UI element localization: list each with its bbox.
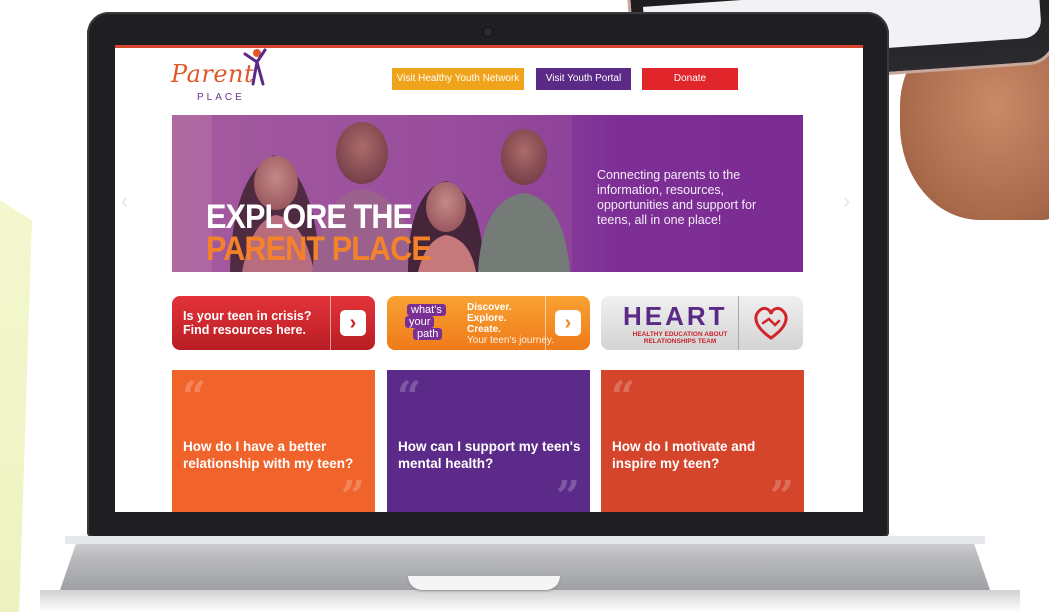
heart-sub-line1: HEALTHY EDUCATION ABOUT xyxy=(632,331,728,338)
card-question: How can I support my teen's mental healt… xyxy=(398,439,581,471)
laptop-base-lip xyxy=(65,536,985,544)
heart-sub-line2: RELATIONSHIPS TEAM xyxy=(643,338,717,345)
chevron-right-icon: › xyxy=(555,310,581,336)
path-line-explore: Explore. xyxy=(467,313,507,324)
whats-your-path-button[interactable]: what's your path Discover. Explore. Crea… xyxy=(387,296,590,350)
open-quote-icon: “ xyxy=(611,372,636,421)
whats-your-path-text: Discover. Explore. Create. Your teen's j… xyxy=(467,302,554,346)
close-quote-icon: ” xyxy=(769,472,794,513)
chevron-right-icon: › xyxy=(340,310,366,336)
hero-title: EXPLORE THE PARENT PLACE xyxy=(206,198,432,268)
badge-word-path: path xyxy=(413,328,443,340)
carousel-prev-arrow[interactable]: ‹ xyxy=(121,188,128,214)
path-line-discover: Discover. xyxy=(467,302,512,313)
card-question: How do I motivate and inspire my teen? xyxy=(612,439,756,471)
heart-button[interactable]: HEART HEALTHY EDUCATION ABOUT RELATIONSH… xyxy=(601,296,803,350)
open-quote-icon: “ xyxy=(182,372,207,421)
teen-crisis-chevron: › xyxy=(330,296,375,350)
teen-crisis-button[interactable]: Is your teen in crisis? Find resources h… xyxy=(172,296,375,350)
badge-word-whats: what's xyxy=(407,304,446,316)
whats-your-path-chevron: › xyxy=(545,296,590,350)
visit-healthy-youth-network-button[interactable]: Visit Healthy Youth Network xyxy=(392,68,524,90)
question-card[interactable]: “ How can I support my teen's mental hea… xyxy=(387,370,590,512)
card-question: How do I have a better relationship with… xyxy=(183,439,354,471)
hero-title-line1: EXPLORE THE xyxy=(206,198,413,236)
teen-crisis-line2: Find resources here. xyxy=(183,323,306,337)
open-quote-icon: “ xyxy=(397,372,422,421)
laptop-notch xyxy=(408,576,560,590)
visit-youth-portal-button[interactable]: Visit Youth Portal xyxy=(536,68,631,90)
whats-your-path-badge: what's your path xyxy=(397,304,463,342)
heart-icon-area xyxy=(738,296,803,350)
path-line-create: Create. xyxy=(467,324,501,335)
laptop-camera xyxy=(484,28,492,36)
hero-banner[interactable]: EXPLORE THE PARENT PLACE Connecting pare… xyxy=(172,115,803,272)
carousel-next-arrow[interactable]: › xyxy=(843,188,850,214)
site-logo[interactable]: Parent PLACE xyxy=(171,48,271,108)
person-logo-icon xyxy=(243,48,267,86)
question-card[interactable]: “ How do I have a better relationship wi… xyxy=(172,370,375,512)
heart-hands-icon xyxy=(754,306,788,340)
hero-tagline: Connecting parents to the information, r… xyxy=(597,168,757,227)
website-screen: Parent PLACE Visit Healthy Youth Network… xyxy=(115,45,863,512)
heart-subtitle: HEALTHY EDUCATION ABOUT RELATIONSHIPS TE… xyxy=(621,331,739,345)
hero-title-line2: PARENT PLACE xyxy=(206,230,432,268)
teen-crisis-text: Is your teen in crisis? Find resources h… xyxy=(183,309,312,337)
donate-button[interactable]: Donate xyxy=(642,68,738,90)
question-card[interactable]: “ How do I motivate and inspire my teen?… xyxy=(601,370,804,512)
badge-word-your: your xyxy=(405,316,435,328)
path-line-sub: Your teen's journey. xyxy=(467,335,554,346)
laptop-shadow xyxy=(40,590,1020,612)
logo-sub: PLACE xyxy=(197,92,245,103)
background-wall xyxy=(0,200,32,612)
close-quote-icon: ” xyxy=(555,472,580,513)
heart-word: HEART xyxy=(623,301,728,331)
teen-crisis-line1: Is your teen in crisis? xyxy=(183,309,312,323)
close-quote-icon: ” xyxy=(340,472,365,513)
site-header: Parent PLACE Visit Healthy Youth Network… xyxy=(115,48,863,108)
